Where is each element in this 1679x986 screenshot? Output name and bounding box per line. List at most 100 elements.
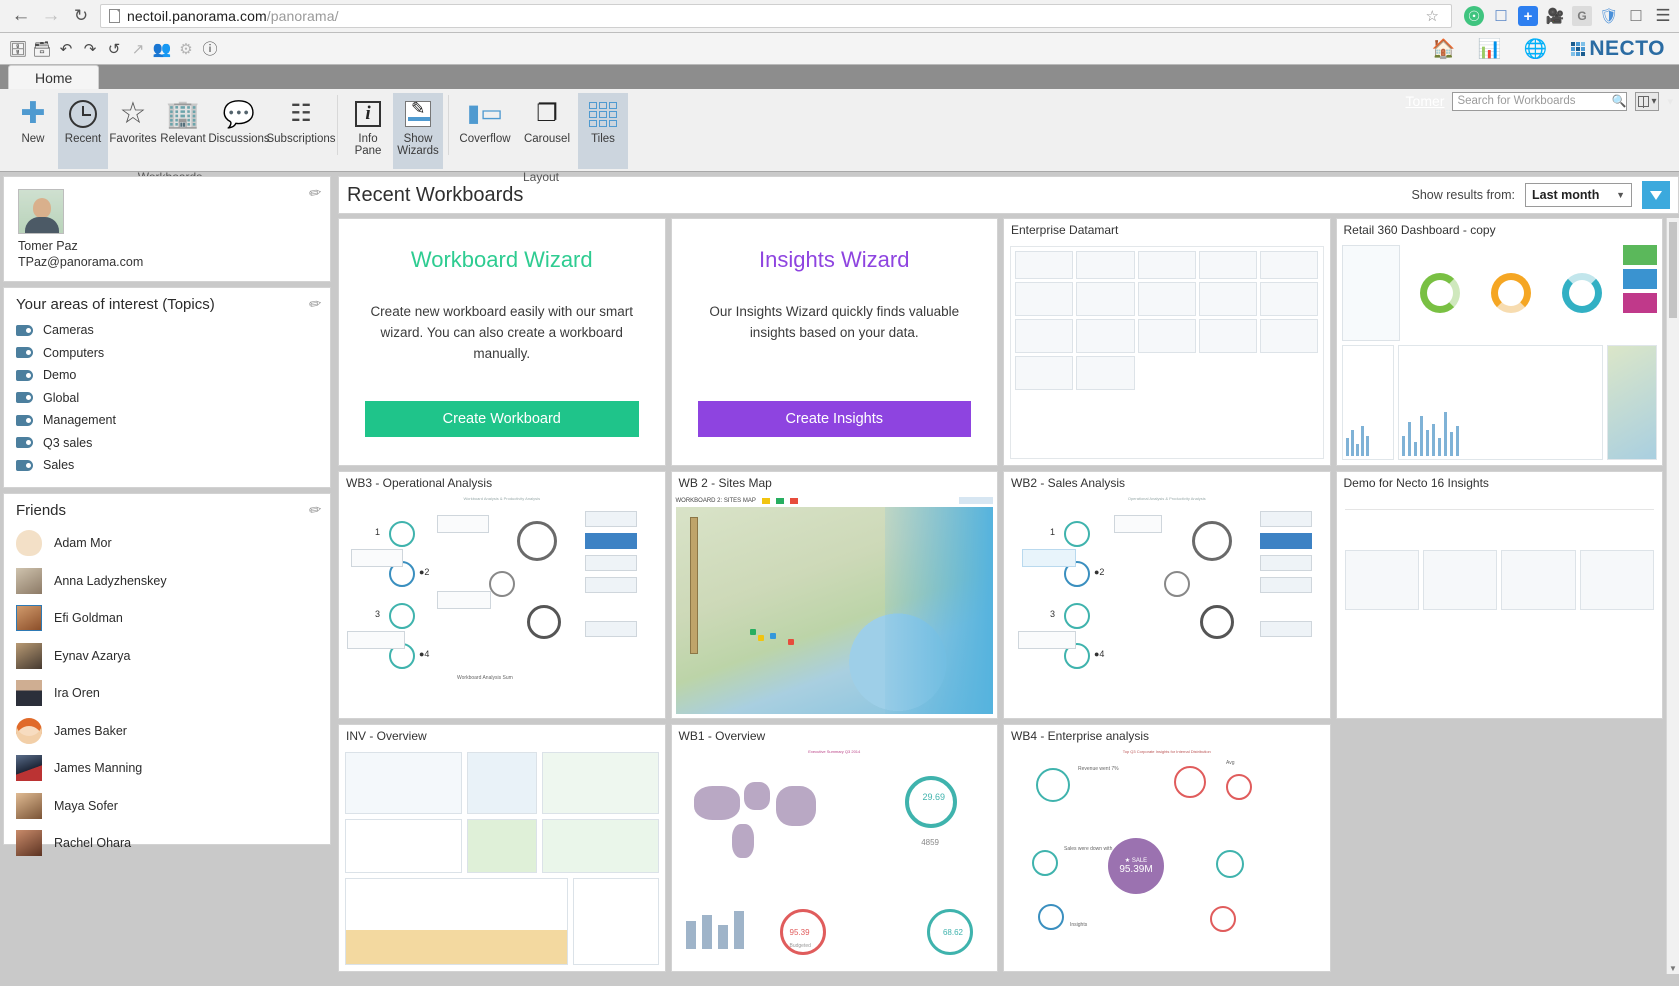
shield-extension-icon[interactable]: 🛡	[1599, 6, 1619, 26]
friend-item[interactable]: Eynav Azarya	[16, 637, 318, 675]
help-icon[interactable]: ⓘ	[198, 37, 222, 61]
scrollbar-thumb[interactable]	[1669, 222, 1677, 318]
tile-retail-360-dashboard-copy[interactable]: Retail 360 Dashboard - copy	[1335, 218, 1663, 466]
view-toggle-button[interactable]: ▾	[1635, 91, 1660, 111]
ribbon-item-show-wizards[interactable]: Show Wizards	[393, 93, 443, 169]
tile-wb2-sites-map[interactable]: WB 2 - Sites Map WORKBOARD 2: SITES MAP	[670, 471, 998, 719]
ribbon-item-relevant[interactable]: 🏢 Relevant	[158, 93, 208, 169]
insights-wizard-card: Insights Wizard Our Insights Wizard quic…	[670, 218, 998, 466]
tile-wb4-enterprise-analysis[interactable]: WB4 - Enterprise analysis Top Q3 Corpora…	[1003, 724, 1331, 972]
topic-item-demo[interactable]: Demo	[16, 364, 318, 387]
topic-item-cameras[interactable]: Cameras	[16, 319, 318, 342]
main-content: Recent Workboards Show results from: Las…	[334, 172, 1679, 974]
green-circle-extension-icon[interactable]: ☉	[1464, 6, 1484, 26]
ribbon-item-discussions[interactable]: 💬 Discussions	[208, 93, 270, 169]
topic-item-management[interactable]: Management	[16, 409, 318, 432]
home-icon[interactable]: 🏠	[1429, 36, 1457, 62]
workboard-wizard-card: Workboard Wizard Create new workboard ea…	[338, 218, 666, 466]
friend-item[interactable]: James Manning	[16, 750, 318, 788]
film-reel-extension-icon[interactable]: 🎥	[1545, 6, 1565, 26]
tiles-grid: Workboard Wizard Create new workboard ea…	[338, 218, 1666, 974]
tag-icon	[16, 459, 33, 471]
address-bar[interactable]: nectoil.panorama.com/panorama/ ☆	[100, 4, 1452, 28]
topic-item-computers[interactable]: Computers	[16, 342, 318, 365]
tile-title: WB3 - Operational Analysis	[346, 476, 493, 490]
create-insights-button[interactable]: Create Insights	[697, 401, 971, 437]
save-icon[interactable]: 🗄	[6, 37, 30, 61]
tile-demo-for-necto-16-insights[interactable]: Demo for Necto 16 Insights	[1335, 471, 1663, 719]
friend-name: Ira Oren	[54, 686, 100, 701]
avatar	[16, 755, 42, 782]
grammarly-g-extension-icon[interactable]: G	[1572, 6, 1592, 26]
tiles-scrollbar[interactable]: ▲ ▼	[1666, 218, 1679, 974]
edit-pencil-icon[interactable]: ✏	[308, 183, 323, 203]
ribbon-item-carousel[interactable]: ❐ Carousel	[516, 93, 578, 169]
clock-icon	[69, 97, 97, 131]
tile-wb2-sales-analysis[interactable]: WB2 - Sales Analysis Operational Analysi…	[1003, 471, 1331, 719]
ribbon-item-coverflow[interactable]: ▮▭ Coverflow	[454, 93, 516, 169]
userbar-chevron-down-icon[interactable]: ▾	[1667, 95, 1673, 108]
ribbon-item-tiles[interactable]: Tiles	[578, 93, 628, 169]
ribbon-item-subscriptions[interactable]: ☷ Subscriptions	[266, 93, 335, 169]
friend-item[interactable]: Efi Goldman	[16, 600, 318, 638]
settings-gear-icon[interactable]: ⚙	[174, 37, 198, 61]
topic-item-global[interactable]: Global	[16, 387, 318, 410]
browser-toolbar: ← → ↻ nectoil.panorama.com/panorama/ ☆ ☉…	[0, 0, 1679, 33]
refresh-icon[interactable]: ↺	[102, 37, 126, 61]
users-icon[interactable]: 👥	[150, 37, 174, 61]
friend-item[interactable]: Rachel Ohara	[16, 825, 318, 863]
friend-item[interactable]: Ira Oren	[16, 675, 318, 713]
ribbon-item-favorites[interactable]: ☆ Favorites	[108, 93, 158, 169]
globe-tools-icon[interactable]: 🌐	[1521, 36, 1549, 62]
box-extension-icon[interactable]: ☐	[1626, 6, 1646, 26]
report-icon[interactable]: 📊	[1475, 36, 1503, 62]
save-as-icon[interactable]: 🗃	[30, 37, 54, 61]
star-icon[interactable]: ☆	[1426, 7, 1443, 25]
tag-icon	[16, 414, 33, 426]
ribbon-item-label: Discussions	[208, 133, 270, 145]
friend-item[interactable]: Maya Sofer	[16, 787, 318, 825]
user-name-link[interactable]: Tomer	[1406, 93, 1445, 109]
friend-item[interactable]: Adam Mor	[16, 525, 318, 563]
scroll-down-arrow-icon[interactable]: ▼	[1667, 962, 1679, 974]
search-workboards-box[interactable]: 🔍	[1452, 91, 1628, 111]
ribbon-item-label: Favorites	[109, 133, 157, 145]
topic-item-sales[interactable]: Sales	[16, 454, 318, 477]
tile-wb3-operational-analysis[interactable]: WB3 - Operational Analysis Workboard Ana…	[338, 471, 666, 719]
ribbon-item-label: New	[21, 133, 45, 145]
ribbon-tabstrip: Home	[0, 65, 1679, 89]
forward-arrow-icon[interactable]: →	[36, 1, 66, 31]
screenshot-extension-icon[interactable]: ☐	[1491, 6, 1511, 26]
blue-plus-extension-icon[interactable]: +	[1518, 6, 1538, 26]
building-icon: 🏢	[166, 99, 200, 129]
ribbon-separator	[448, 95, 449, 155]
search-icon[interactable]: 🔍	[1611, 94, 1626, 108]
tab-home[interactable]: Home	[8, 65, 100, 89]
tile-wb1-overview[interactable]: WB1 - Overview Executive Summary Q3 2014…	[670, 724, 998, 972]
create-workboard-button[interactable]: Create Workboard	[365, 401, 639, 437]
ribbon-item-recent[interactable]: Recent	[58, 93, 108, 169]
friend-item[interactable]: James Baker	[16, 712, 318, 750]
tile-enterprise-datamart[interactable]: Enterprise Datamart	[1003, 218, 1331, 466]
topic-item-q3-sales[interactable]: Q3 sales	[16, 432, 318, 455]
friend-item[interactable]: Anna Ladyzhenskey	[16, 562, 318, 600]
carousel-icon: ❐	[536, 100, 558, 127]
avatar	[16, 717, 42, 744]
redo-icon[interactable]: ↷	[78, 37, 102, 61]
ribbon-item-info-pane[interactable]: i Info Pane	[343, 93, 393, 169]
ribbon-item-label: Subscriptions	[266, 133, 336, 145]
reload-icon[interactable]: ↻	[66, 1, 96, 31]
search-input[interactable]	[1457, 95, 1612, 107]
filter-drop-icon[interactable]	[1642, 181, 1670, 209]
avatar	[16, 642, 42, 669]
ribbon-item-new[interactable]: ✚ New	[8, 93, 58, 169]
expand-icon[interactable]: ↗	[126, 37, 150, 61]
undo-icon[interactable]: ↶	[54, 37, 78, 61]
friend-name: Efi Goldman	[54, 611, 123, 626]
results-period-select[interactable]: Last month ▼	[1525, 183, 1632, 207]
hamburger-menu-icon[interactable]: ☰	[1653, 6, 1673, 26]
back-arrow-icon[interactable]: ←	[6, 1, 36, 31]
greeting-text: Hi	[1384, 93, 1398, 109]
tile-inv-overview[interactable]: INV - Overview	[338, 724, 666, 972]
avatar	[16, 792, 42, 819]
